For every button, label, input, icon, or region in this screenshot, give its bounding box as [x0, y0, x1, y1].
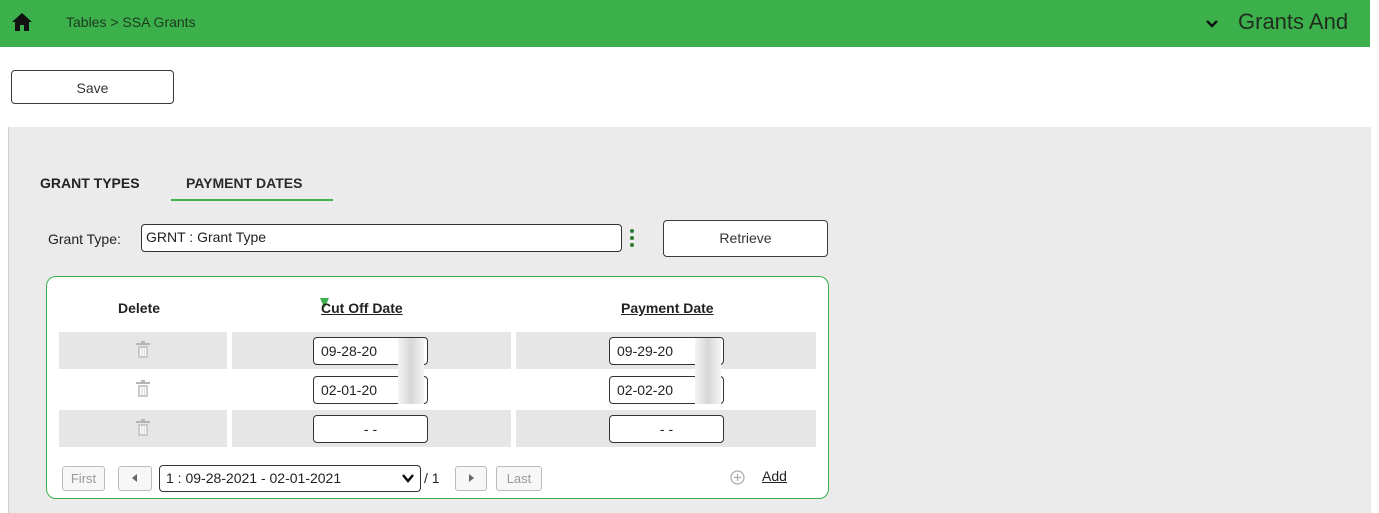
- tab-payment-dates[interactable]: PAYMENT DATES: [186, 175, 302, 191]
- payment-date-input[interactable]: - -: [609, 415, 724, 443]
- breadcrumb: Tables > SSA Grants: [66, 14, 196, 30]
- arrow-right-icon: [469, 474, 474, 482]
- redaction-mask: [398, 338, 424, 404]
- redaction-mask: [695, 338, 721, 404]
- chevron-down-icon[interactable]: [1203, 15, 1221, 33]
- trash-icon[interactable]: [136, 419, 150, 436]
- last-page-button[interactable]: Last: [496, 466, 542, 491]
- app-title: Grants And: [1238, 9, 1349, 34]
- next-page-button[interactable]: [455, 466, 487, 491]
- trash-icon[interactable]: [136, 380, 150, 397]
- column-header-cut-off-date[interactable]: Cut Off Date: [321, 300, 403, 316]
- more-options-icon[interactable]: [628, 228, 636, 248]
- cut-off-date-input[interactable]: - -: [313, 415, 428, 443]
- trash-icon[interactable]: [136, 341, 150, 358]
- toolbar: [0, 47, 1370, 127]
- first-page-button[interactable]: First: [62, 466, 105, 491]
- save-button[interactable]: Save: [11, 70, 174, 104]
- previous-page-button[interactable]: [118, 466, 152, 491]
- column-header-payment-date[interactable]: Payment Date: [621, 300, 714, 316]
- arrow-left-icon: [132, 474, 137, 482]
- home-icon[interactable]: [10, 10, 34, 34]
- tab-grant-types[interactable]: GRANT TYPES: [40, 175, 140, 191]
- add-link[interactable]: Add: [762, 468, 787, 484]
- page-total: / 1: [424, 470, 440, 486]
- page-select-value: 1 : 09-28-2021 - 02-01-2021: [166, 470, 342, 486]
- retrieve-button[interactable]: Retrieve: [663, 220, 828, 257]
- active-tab-indicator: [171, 199, 333, 201]
- column-header-delete: Delete: [118, 300, 161, 316]
- chevron-down-icon: [402, 474, 414, 483]
- page-select[interactable]: 1 : 09-28-2021 - 02-01-2021: [159, 465, 421, 492]
- top-bar: Tables > SSA Grants Grants And: [0, 0, 1370, 47]
- grant-type-label: Grant Type:: [48, 231, 121, 247]
- page-edge: [1370, 0, 1379, 513]
- add-circle-icon[interactable]: [730, 470, 745, 485]
- grant-type-input[interactable]: GRNT : Grant Type: [141, 224, 622, 252]
